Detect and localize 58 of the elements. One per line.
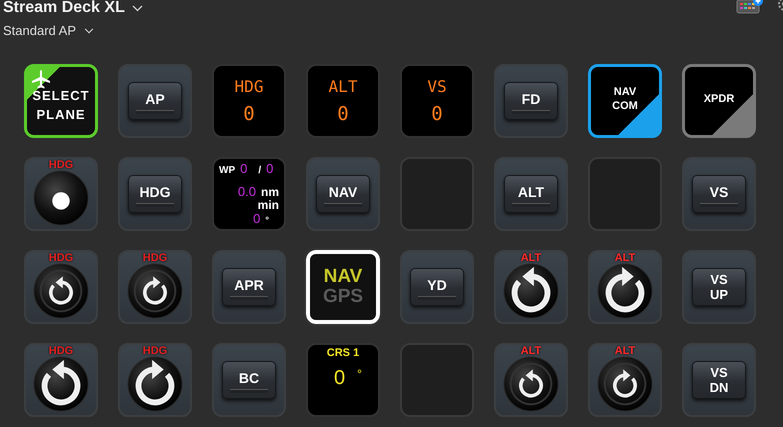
knob-label: HDG xyxy=(142,346,168,357)
key-label: XPDR xyxy=(704,92,734,106)
display-key[interactable]: VS 0 xyxy=(400,64,474,138)
select-plane-key[interactable]: SELECT PLANE xyxy=(24,64,98,138)
key-button[interactable]: ALT xyxy=(504,175,558,213)
key-button[interactable]: NAV xyxy=(316,175,370,213)
knob-label: ALT xyxy=(520,346,542,357)
distance-unit: nm xyxy=(261,186,279,199)
degree-sign: ° xyxy=(357,367,362,381)
knob-dot-icon xyxy=(32,169,90,227)
key-button[interactable]: APR xyxy=(222,268,276,306)
profile-name: Standard AP xyxy=(3,23,76,38)
display-title: HDG xyxy=(234,77,264,97)
time-unit: min xyxy=(258,199,279,212)
course-value: 0 xyxy=(334,367,346,390)
key-button[interactable]: VS xyxy=(692,175,746,213)
distance-value: 0.0 xyxy=(238,185,256,198)
key-button[interactable]: YD xyxy=(410,268,464,306)
degree-sign: ° xyxy=(265,214,269,227)
knob-label: HDG xyxy=(142,253,168,264)
key-button[interactable]: FD xyxy=(504,82,558,120)
key-label: NAV COM xyxy=(612,85,638,113)
display-title: ALT xyxy=(328,77,358,97)
knob-label: ALT xyxy=(520,253,542,264)
display-key[interactable]: HDG 0 xyxy=(212,64,286,138)
key-label: SELECT PLANE xyxy=(32,87,90,124)
chevron-down-icon[interactable] xyxy=(84,28,94,34)
keypad-add-icon[interactable] xyxy=(736,0,764,14)
knob-label: HDG xyxy=(48,346,74,357)
gps-label: GPS xyxy=(322,287,364,307)
nav-label: NAV xyxy=(324,267,362,287)
device-name: Stream Deck XL xyxy=(3,0,125,17)
panel-key[interactable]: NAV COM xyxy=(588,64,662,138)
display-key[interactable]: ALT 0 xyxy=(306,64,380,138)
course-title: CRS 1 xyxy=(326,347,360,359)
knob-label: HDG xyxy=(48,253,74,264)
nav-gps-key[interactable]: NAV GPS xyxy=(306,250,380,324)
key-button[interactable]: VS UP xyxy=(692,268,746,306)
key-button[interactable]: HDG xyxy=(128,175,182,213)
waypoint-display-key[interactable]: WP 0 / 0 0.0 nm min 0 ° xyxy=(212,157,286,231)
key-button[interactable]: VS DN xyxy=(692,361,746,399)
course-display-key[interactable]: CRS 1 0 ° xyxy=(306,343,380,417)
knob-label: ALT xyxy=(614,346,636,357)
knob-label: ALT xyxy=(614,253,636,264)
display-value: 0 xyxy=(243,103,255,125)
waypoint-separator: / xyxy=(258,164,262,177)
waypoint-total: 0 xyxy=(266,162,274,175)
key-button[interactable]: BC xyxy=(222,361,276,399)
display-value: 0 xyxy=(337,103,349,125)
panel-key[interactable]: XPDR xyxy=(682,64,756,138)
key-button[interactable]: AP xyxy=(128,82,182,120)
bearing-value: 0 xyxy=(253,212,260,225)
waypoint-label: WP xyxy=(219,164,236,177)
display-title: VS xyxy=(427,77,447,97)
display-value: 0 xyxy=(431,103,443,125)
waypoint-index: 0 xyxy=(240,162,248,175)
chevron-down-icon[interactable] xyxy=(132,4,143,12)
knob-label: HDG xyxy=(48,160,74,171)
